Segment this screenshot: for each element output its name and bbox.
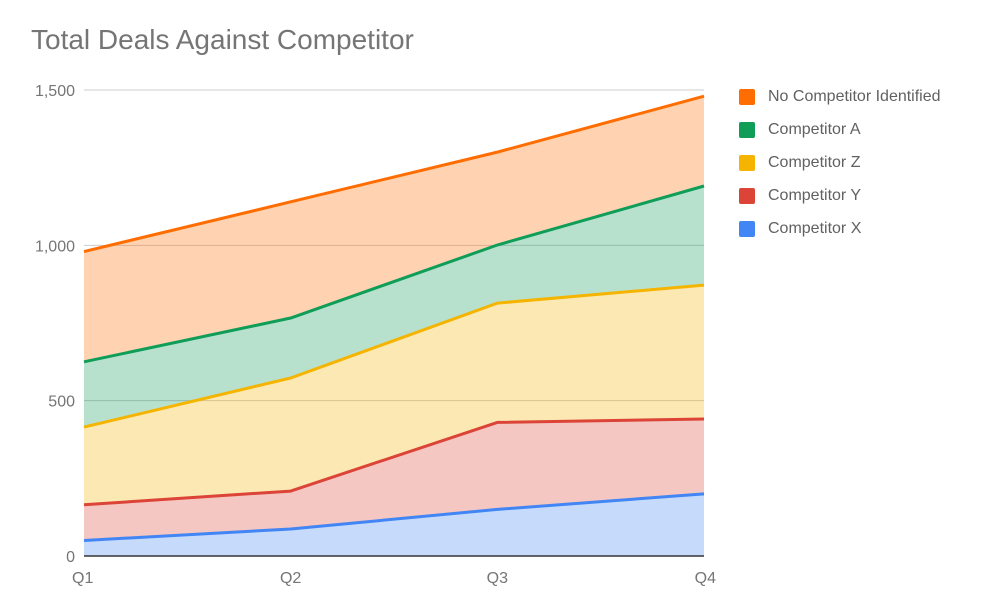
legend-label: Competitor A: [768, 120, 861, 138]
legend-swatch: [739, 220, 755, 237]
y-tick-label: 0: [66, 549, 75, 566]
legend: No Competitor Identified Competitor A Co…: [739, 80, 941, 245]
legend-label: Competitor X: [768, 219, 862, 237]
y-tick-label: 1,000: [35, 238, 75, 255]
y-tick-label: 1,500: [35, 83, 75, 100]
x-axis-ticks: Q1 Q2 Q3 Q4: [72, 570, 716, 587]
x-tick-label: Q2: [280, 570, 301, 587]
legend-item[interactable]: Competitor Y: [739, 179, 941, 212]
legend-item[interactable]: Competitor Z: [739, 146, 941, 179]
x-tick-label: Q3: [487, 570, 508, 587]
legend-item[interactable]: Competitor X: [739, 212, 941, 245]
legend-swatch: [739, 121, 755, 138]
legend-swatch: [739, 187, 755, 204]
legend-swatch: [739, 88, 755, 105]
legend-label: No Competitor Identified: [768, 87, 941, 105]
y-tick-label: 500: [48, 394, 75, 411]
y-axis-ticks: 0 500 1,000 1,500: [35, 83, 75, 566]
legend-label: Competitor Z: [768, 153, 861, 171]
x-tick-label: Q1: [72, 570, 93, 587]
legend-swatch: [739, 154, 755, 171]
stacked-areas: [84, 96, 704, 556]
legend-item[interactable]: No Competitor Identified: [739, 80, 941, 113]
legend-item[interactable]: Competitor A: [739, 113, 941, 146]
x-tick-label: Q4: [695, 570, 716, 587]
legend-label: Competitor Y: [768, 186, 862, 204]
